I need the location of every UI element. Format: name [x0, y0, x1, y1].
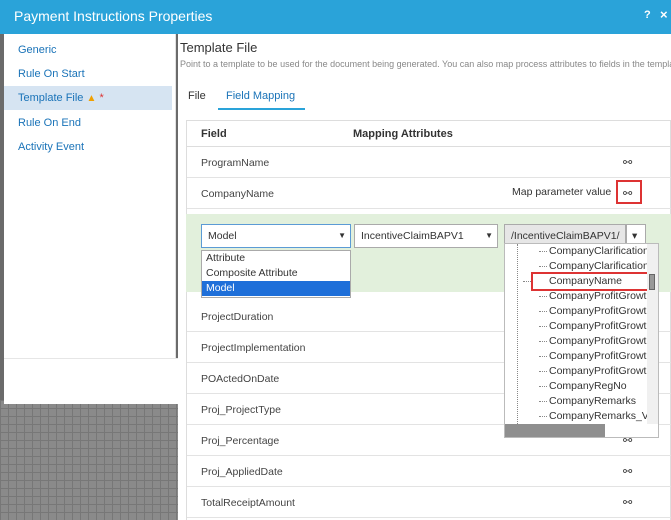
dialog-titlebar: Payment Instructions Properties ? ×	[0, 0, 671, 34]
table-row: TotalReceiptAmount ⚯	[187, 487, 671, 518]
tree-vertical-scrollbar[interactable]	[647, 244, 658, 424]
field-name: TotalReceiptAmount	[201, 497, 295, 509]
model-value: IncentiveClaimBAPV1	[361, 230, 464, 242]
mapping-type-options: Attribute Composite Attribute Model	[201, 250, 351, 298]
tab-bar: File Field Mapping	[180, 84, 670, 112]
tree-node[interactable]: CompanyClarification	[539, 244, 649, 259]
table-row: ProgramName ⚯	[187, 147, 671, 178]
tree-scroll-thumb[interactable]	[649, 274, 655, 290]
tab-field-mapping[interactable]: Field Mapping	[218, 90, 306, 110]
sidebar-item-generic[interactable]: Generic	[4, 38, 172, 62]
table-row: Proj_AppliedDate ⚯	[187, 456, 671, 487]
sidebar-item-activity-event[interactable]: Activity Event	[4, 135, 172, 159]
tree-node[interactable]: CompanyProfitGrowth2Y	[538, 334, 658, 349]
attribute-tree: CompanyClarification CompanyClarificatio…	[504, 243, 659, 438]
field-name: Proj_ProjectType	[201, 404, 281, 416]
map-link-icon[interactable]: ⚯	[623, 465, 632, 478]
page-description: Point to a template to be used for the d…	[180, 59, 671, 69]
tree-node[interactable]: CompanyRegNo	[539, 379, 627, 394]
sidebar-item-rule-on-end[interactable]: Rule On End	[4, 111, 172, 135]
sidebar-item-label: Rule On Start	[18, 68, 85, 80]
mapping-type-select[interactable]: Model ▼	[201, 224, 351, 248]
tree-horizontal-scrollbar[interactable]	[505, 424, 605, 437]
chevron-down-icon: ▾	[632, 230, 638, 242]
tree-node[interactable]: CompanyProfitGrowth1Y	[538, 289, 658, 304]
warning-icon: ▲	[86, 93, 97, 104]
sidebar-item-rule-on-start[interactable]: Rule On Start	[4, 62, 172, 86]
model-select[interactable]: IncentiveClaimBAPV1 ▼	[354, 224, 498, 248]
page-title: Template File	[180, 40, 258, 55]
tree-node[interactable]: CompanyRemarks_Value	[539, 409, 658, 424]
map-parameter-label: Map parameter value	[512, 186, 612, 198]
sidebar: Generic Rule On Start Template File ▲ * …	[4, 34, 176, 404]
column-header-field: Field	[201, 128, 227, 140]
tree-node-selected[interactable]: CompanyName	[523, 272, 658, 291]
field-name: ProgramName	[201, 157, 270, 169]
tree-node[interactable]: CompanyProfitGrowth3Y	[538, 364, 658, 379]
tree-node[interactable]: CompanyClarification_Va	[539, 259, 658, 274]
sidebar-item-label: Rule On End	[18, 117, 81, 129]
required-marker: *	[99, 92, 104, 104]
tab-file[interactable]: File	[188, 90, 206, 108]
tree-node[interactable]: CompanyRemarks	[539, 394, 636, 409]
dialog-footer	[4, 358, 184, 404]
help-icon[interactable]: ?	[644, 9, 651, 21]
column-header-mapping: Mapping Attributes	[353, 128, 453, 140]
field-name: POActedOnDate	[201, 373, 280, 385]
sidebar-item-label: Generic	[18, 44, 57, 56]
field-name: ProjectDuration	[201, 311, 274, 323]
path-value: /IncentiveClaimBAPV1/	[511, 230, 620, 242]
tree-node[interactable]: CompanyProfitGrowth3Y	[538, 349, 658, 364]
field-name: ProjectImplementation	[201, 342, 306, 354]
mapping-type-value: Model	[208, 230, 237, 242]
field-name: Proj_AppliedDate	[201, 466, 283, 478]
field-name: Proj_Percentage	[201, 435, 280, 447]
field-name: CompanyName	[201, 188, 274, 200]
sidebar-item-label: Template File	[18, 92, 84, 104]
chevron-down-icon: ▼	[338, 231, 346, 240]
option-model[interactable]: Model	[202, 281, 350, 296]
option-attribute[interactable]: Attribute	[202, 251, 350, 266]
table-row: CompanyName Map parameter value ⚯	[187, 178, 671, 209]
close-icon[interactable]: ×	[660, 7, 668, 22]
table-header: Field Mapping Attributes	[187, 121, 671, 147]
tree-node[interactable]: CompanyProfitGrowth2Y	[538, 319, 658, 334]
sidebar-item-label: Activity Event	[18, 141, 85, 153]
tree-node[interactable]: CompanyProfitGrowth1Y	[538, 304, 658, 319]
map-link-icon[interactable]: ⚯	[623, 187, 632, 200]
map-link-icon[interactable]: ⚯	[623, 156, 632, 169]
dialog-title: Payment Instructions Properties	[14, 8, 213, 24]
sidebar-item-template-file[interactable]: Template File ▲ *	[4, 86, 172, 110]
option-composite-attribute[interactable]: Composite Attribute	[202, 266, 350, 281]
tree-connector	[517, 244, 518, 424]
properties-dialog: Payment Instructions Properties ? × Gene…	[0, 0, 671, 520]
chevron-down-icon: ▼	[485, 231, 493, 240]
map-link-icon[interactable]: ⚯	[623, 496, 632, 509]
